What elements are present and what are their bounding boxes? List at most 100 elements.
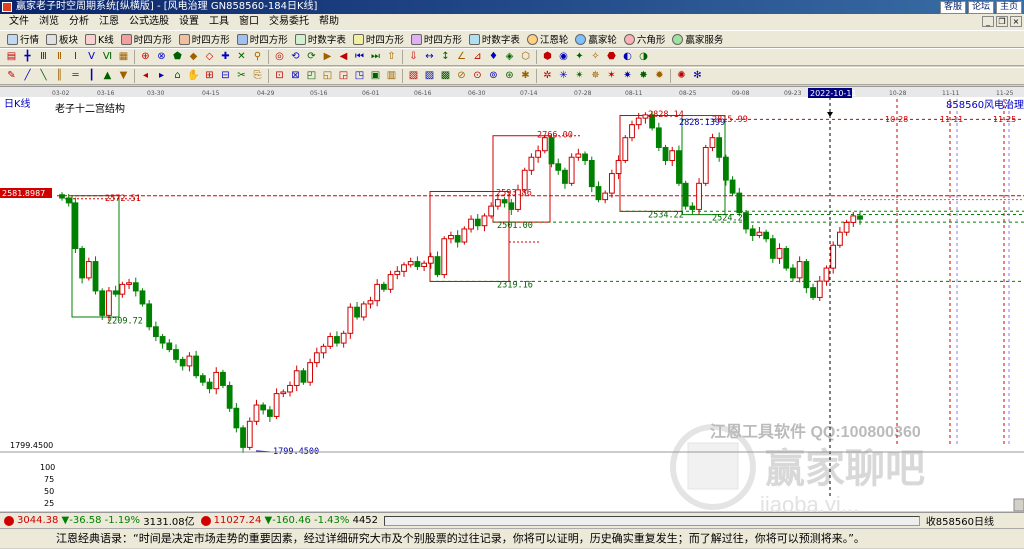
drawing-tool-icon-11[interactable]: ⬟ bbox=[170, 50, 185, 65]
drawing-tool-icon-28[interactable]: ∠ bbox=[454, 50, 469, 65]
quotes-button[interactable]: 行情 bbox=[4, 32, 42, 47]
analysis-tool-icon-1[interactable]: ✎ bbox=[4, 69, 19, 84]
analysis-tool-icon-34[interactable]: ✳ bbox=[556, 69, 571, 84]
drawing-tool-icon-2[interactable]: ╋ bbox=[20, 50, 35, 65]
analysis-tool-icon-38[interactable]: ✷ bbox=[620, 69, 635, 84]
menu-window[interactable]: 窗口 bbox=[234, 14, 264, 30]
status-scroll-track[interactable] bbox=[384, 515, 920, 526]
menu-formula[interactable]: 公式选股 bbox=[124, 14, 174, 30]
forum-link[interactable]: 论坛 bbox=[967, 1, 994, 14]
time-square-button-1[interactable]: 时四方形 bbox=[118, 32, 175, 47]
time-square-button-2[interactable]: 时四方形 bbox=[176, 32, 233, 47]
analysis-tool-icon-9[interactable]: ◂ bbox=[138, 69, 153, 84]
kline-button[interactable]: K线 bbox=[82, 32, 117, 47]
drawing-tool-icon-32[interactable]: ⬡ bbox=[518, 50, 533, 65]
analysis-tool-icon-11[interactable]: ⌂ bbox=[170, 69, 185, 84]
menu-tools[interactable]: 工具 bbox=[204, 14, 234, 30]
drawing-tool-icon-37[interactable]: ⬣ bbox=[604, 50, 619, 65]
sectors-button[interactable]: 板块 bbox=[43, 32, 81, 47]
drawing-tool-icon-8[interactable]: ▦ bbox=[116, 50, 131, 65]
analysis-tool-icon-33[interactable]: ✲ bbox=[540, 69, 555, 84]
homepage-link[interactable]: 主页 bbox=[995, 1, 1022, 14]
drawing-tool-icon-30[interactable]: ♦ bbox=[486, 50, 501, 65]
drawing-tool-icon-31[interactable]: ◈ bbox=[502, 50, 517, 65]
analysis-tool-icon-30[interactable]: ⊚ bbox=[486, 69, 501, 84]
analysis-tool-icon-22[interactable]: ◳ bbox=[352, 69, 367, 84]
drawing-tool-icon-19[interactable]: ⟳ bbox=[304, 50, 319, 65]
drawing-tool-icon-6[interactable]: Ⅴ bbox=[84, 50, 99, 65]
time-square-button-3[interactable]: 时四方形 bbox=[234, 32, 291, 47]
sh-index-value[interactable]: 3044.38 bbox=[17, 515, 58, 526]
analysis-tool-icon-12[interactable]: ✋ bbox=[186, 69, 201, 84]
menu-gann[interactable]: 江恩 bbox=[94, 14, 124, 30]
analysis-tool-icon-31[interactable]: ⊛ bbox=[502, 69, 517, 84]
drawing-tool-icon-39[interactable]: ◑ bbox=[636, 50, 651, 65]
menu-settings[interactable]: 设置 bbox=[174, 14, 204, 30]
analysis-tool-icon-15[interactable]: ✂ bbox=[234, 69, 249, 84]
close-icon[interactable]: × bbox=[1010, 16, 1022, 27]
menu-help[interactable]: 帮助 bbox=[314, 14, 344, 30]
drawing-tool-icon-21[interactable]: ◀ bbox=[336, 50, 351, 65]
drawing-tool-icon-7[interactable]: Ⅵ bbox=[100, 50, 115, 65]
analysis-tool-icon-39[interactable]: ✸ bbox=[636, 69, 651, 84]
analysis-tool-icon-2[interactable]: ╱ bbox=[20, 69, 35, 84]
menu-trade[interactable]: 交易委托 bbox=[264, 14, 314, 30]
analysis-tool-icon-29[interactable]: ⊙ bbox=[470, 69, 485, 84]
winner-service-button[interactable]: 赢家服务 bbox=[669, 32, 726, 47]
analysis-tool-icon-18[interactable]: ⊠ bbox=[288, 69, 303, 84]
menu-analysis[interactable]: 分析 bbox=[64, 14, 94, 30]
drawing-tool-icon-1[interactable]: ▤ bbox=[4, 50, 19, 65]
drawing-tool-icon-9[interactable]: ⊕ bbox=[138, 50, 153, 65]
analysis-tool-icon-40[interactable]: ✹ bbox=[652, 69, 667, 84]
drawing-tool-icon-3[interactable]: Ⅲ bbox=[36, 50, 51, 65]
analysis-tool-icon-6[interactable]: ┃ bbox=[84, 69, 99, 84]
drawing-tool-icon-38[interactable]: ◐ bbox=[620, 50, 635, 65]
analysis-tool-icon-36[interactable]: ✵ bbox=[588, 69, 603, 84]
analysis-tool-icon-17[interactable]: ⊡ bbox=[272, 69, 287, 84]
drawing-tool-icon-24[interactable]: ⇧ bbox=[384, 50, 399, 65]
analysis-tool-icon-41[interactable]: ✺ bbox=[674, 69, 689, 84]
drawing-tool-icon-25[interactable]: ⇩ bbox=[406, 50, 421, 65]
analysis-tool-icon-13[interactable]: ⊞ bbox=[202, 69, 217, 84]
analysis-tool-icon-28[interactable]: ⊘ bbox=[454, 69, 469, 84]
analysis-tool-icon-3[interactable]: ╲ bbox=[36, 69, 51, 84]
drawing-tool-icon-16[interactable]: ⚲ bbox=[250, 50, 265, 65]
drawing-tool-icon-4[interactable]: Ⅱ bbox=[52, 50, 67, 65]
drawing-tool-icon-5[interactable]: Ⅰ bbox=[68, 50, 83, 65]
analysis-tool-icon-35[interactable]: ✴ bbox=[572, 69, 587, 84]
analysis-tool-icon-16[interactable]: ⎘ bbox=[250, 69, 265, 84]
analysis-tool-icon-5[interactable]: ═ bbox=[68, 69, 83, 84]
drawing-tool-icon-13[interactable]: ◇ bbox=[202, 50, 217, 65]
winner-wheel-button[interactable]: 赢家轮 bbox=[572, 32, 620, 47]
drawing-tool-icon-27[interactable]: ↕ bbox=[438, 50, 453, 65]
drawing-tool-icon-23[interactable]: ⏭ bbox=[368, 50, 383, 65]
gann-wheel-button[interactable]: 江恩轮 bbox=[524, 32, 572, 47]
analysis-tool-icon-21[interactable]: ◲ bbox=[336, 69, 351, 84]
time-square-button-4[interactable]: 时四方形 bbox=[350, 32, 407, 47]
drawing-tool-icon-17[interactable]: ◎ bbox=[272, 50, 287, 65]
restore-icon[interactable]: ❐ bbox=[996, 16, 1008, 27]
drawing-tool-icon-15[interactable]: ✕ bbox=[234, 50, 249, 65]
drawing-tool-icon-26[interactable]: ↔ bbox=[422, 50, 437, 65]
analysis-tool-icon-20[interactable]: ◱ bbox=[320, 69, 335, 84]
analysis-tool-icon-23[interactable]: ▣ bbox=[368, 69, 383, 84]
drawing-tool-icon-22[interactable]: ⏮ bbox=[352, 50, 367, 65]
kline-chart[interactable]: 03-02 03-16 03-30 04-15 04-29 05-16 06-01 06-16… bbox=[0, 87, 1024, 512]
chart-area[interactable]: 03-02 03-16 03-30 04-15 04-29 05-16 06-01 06-16… bbox=[0, 86, 1024, 512]
time-number-table-button[interactable]: 时数字表 bbox=[292, 32, 349, 47]
analysis-tool-icon-26[interactable]: ▨ bbox=[422, 69, 437, 84]
analysis-tool-icon-37[interactable]: ✶ bbox=[604, 69, 619, 84]
drawing-tool-icon-34[interactable]: ◉ bbox=[556, 50, 571, 65]
drawing-tool-icon-33[interactable]: ⬢ bbox=[540, 50, 555, 65]
service-link[interactable]: 客服 bbox=[939, 1, 966, 14]
sz-index-value[interactable]: 11027.24 bbox=[214, 515, 262, 526]
menu-browse[interactable]: 浏览 bbox=[34, 14, 64, 30]
time-square-button-5[interactable]: 时四方形 bbox=[408, 32, 465, 47]
analysis-tool-icon-42[interactable]: ✻ bbox=[690, 69, 705, 84]
scroll-button[interactable] bbox=[1013, 498, 1024, 512]
analysis-tool-icon-8[interactable]: ▼ bbox=[116, 69, 131, 84]
drawing-tool-icon-12[interactable]: ◆ bbox=[186, 50, 201, 65]
drawing-tool-icon-18[interactable]: ⟲ bbox=[288, 50, 303, 65]
menu-file[interactable]: 文件 bbox=[4, 14, 34, 30]
drawing-tool-icon-14[interactable]: ✚ bbox=[218, 50, 233, 65]
